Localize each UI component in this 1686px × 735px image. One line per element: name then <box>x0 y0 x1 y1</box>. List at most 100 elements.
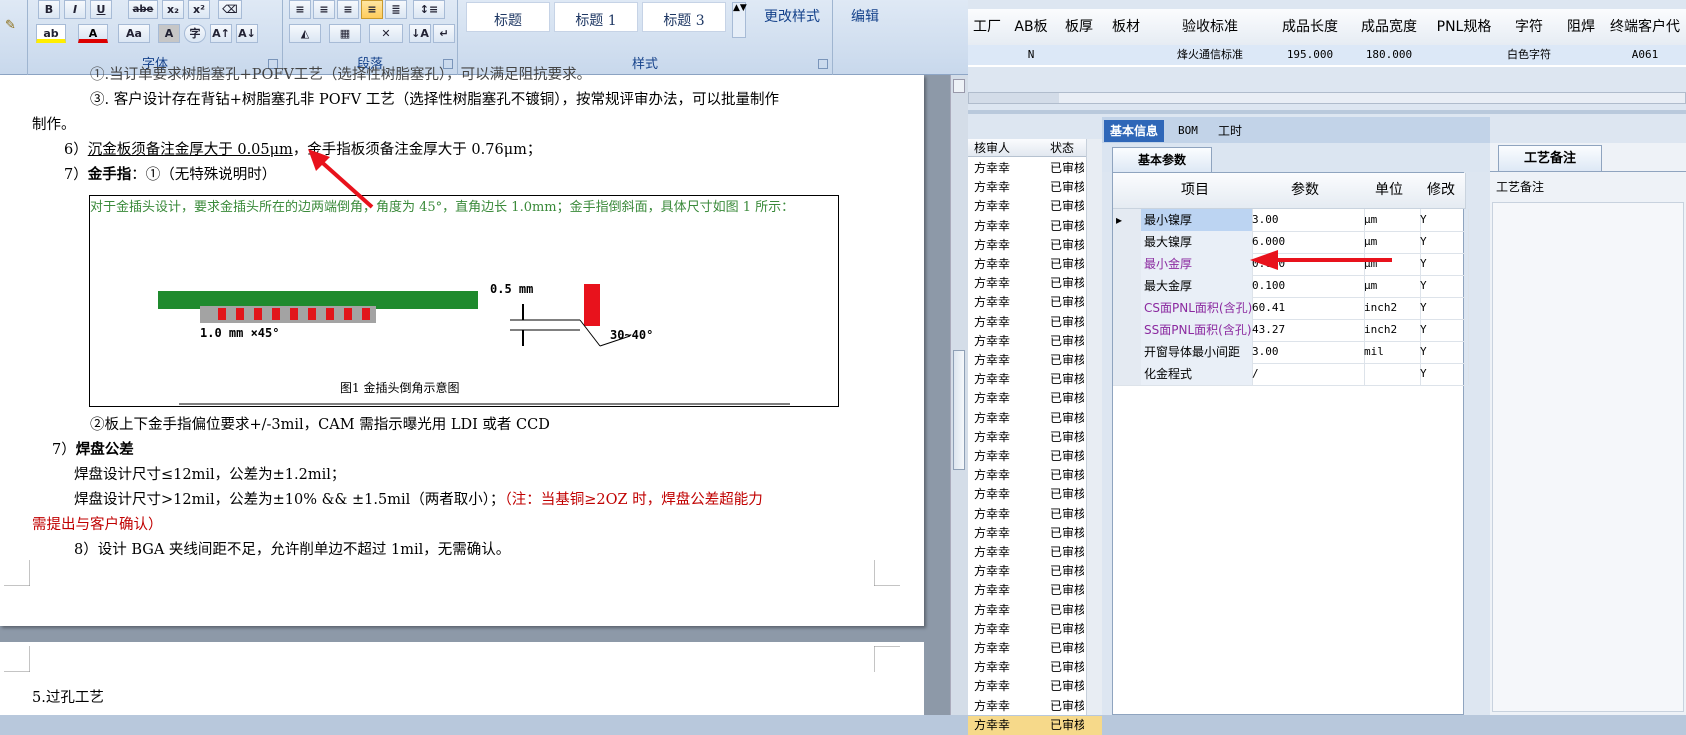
review-row[interactable]: 方幸幸 已审核 <box>968 389 1102 408</box>
superscript-button[interactable]: x² <box>188 0 210 19</box>
clear-format-icon[interactable]: ⌫ <box>218 0 242 19</box>
style-heading-3[interactable]: 标题 3 <box>642 2 726 32</box>
review-row[interactable]: 方幸幸 已审核 <box>968 293 1102 312</box>
col-material[interactable]: 板材 <box>1102 9 1151 45</box>
review-row[interactable]: 方幸幸 已审核 <box>968 370 1102 389</box>
char-shading-button[interactable]: A <box>158 24 180 43</box>
distributed-icon[interactable]: ≣ <box>385 0 407 19</box>
param-row[interactable]: SS面PNL面积(含孔) 43.27 inch2 Y <box>1113 319 1469 342</box>
col-factory[interactable]: 工厂 <box>968 9 1007 45</box>
review-row[interactable]: 方幸幸 已审核 <box>968 255 1102 274</box>
grow-font-button[interactable]: A↑ <box>210 24 232 43</box>
param-row[interactable]: 化金程式 / Y <box>1113 363 1469 386</box>
col-reviewer[interactable]: 核审人 <box>974 139 1010 157</box>
underline-button[interactable]: U <box>90 0 112 19</box>
review-row[interactable]: 方幸幸 已审核 <box>968 313 1102 332</box>
param-row[interactable]: 最大金厚 0.100 μm Y <box>1113 275 1469 298</box>
borders-icon[interactable]: ▦ <box>329 24 361 43</box>
word-vertical-scrollbar[interactable] <box>950 75 968 715</box>
param-row[interactable]: 开窗导体最小间距 3.00 mil Y <box>1113 341 1469 364</box>
col-status[interactable]: 状态 <box>1050 139 1074 157</box>
col-width[interactable]: 成品宽度 <box>1350 9 1429 45</box>
review-row[interactable]: 方幸幸 已审核 <box>968 332 1102 351</box>
change-case-button[interactable]: Aa <box>118 24 150 43</box>
col-pnl[interactable]: PNL规格 <box>1428 9 1501 45</box>
review-row[interactable]: 方幸幸 已审核 <box>968 581 1102 600</box>
asian-layout-icon[interactable]: ✕ <box>369 24 403 43</box>
col-modify[interactable]: 修改 <box>1417 173 1466 209</box>
font-color-button[interactable]: A <box>78 24 108 43</box>
hscroll-thumb[interactable] <box>969 93 1059 103</box>
tab-basic-info[interactable]: 基本信息 <box>1104 120 1165 142</box>
col-thickness[interactable]: 板厚 <box>1056 9 1103 45</box>
tab-process-notes[interactable]: 工艺备注 <box>1498 145 1602 171</box>
review-row[interactable]: 方幸幸 已审核 <box>968 217 1102 236</box>
style-heading-1[interactable]: 标题 1 <box>554 2 638 32</box>
strikethrough-button[interactable]: abe <box>128 0 158 19</box>
param-item: 最小金厚 <box>1141 253 1253 275</box>
align-right-icon[interactable]: ≡ <box>337 0 359 19</box>
review-row[interactable]: 方幸幸 已审核 <box>968 351 1102 370</box>
justify-icon[interactable]: ≡ <box>361 0 383 19</box>
review-row[interactable]: 方幸幸 已审核 <box>968 485 1102 504</box>
line-spacing-icon[interactable]: ↕≡ <box>413 0 445 19</box>
col-unit[interactable]: 单位 <box>1361 173 1418 209</box>
col-soldermask[interactable]: 阻焊 <box>1558 9 1605 45</box>
scroll-up-icon[interactable] <box>953 79 965 93</box>
col-ab-board[interactable]: AB板 <box>1006 9 1057 45</box>
tab-work-hours[interactable]: 工时 <box>1212 120 1248 142</box>
change-styles-button[interactable]: 更改样式 <box>752 6 832 26</box>
col-item[interactable]: 项目 <box>1141 173 1250 209</box>
review-row[interactable]: 方幸幸 已审核 <box>968 697 1102 716</box>
notes-textarea[interactable] <box>1492 202 1684 712</box>
grid-horizontal-scrollbar[interactable] <box>968 92 1686 104</box>
align-center-icon[interactable]: ≡ <box>313 0 335 19</box>
shading-icon[interactable]: ◭ <box>289 24 321 43</box>
subscript-button[interactable]: x₂ <box>162 0 184 19</box>
review-row[interactable]: 方幸幸 已审核 <box>968 715 1102 735</box>
enclose-char-button[interactable]: 字 <box>184 24 206 43</box>
show-marks-icon[interactable]: ↵ <box>433 24 455 43</box>
review-row[interactable]: 方幸幸 已审核 <box>968 658 1102 677</box>
shrink-font-button[interactable]: A↓ <box>236 24 258 43</box>
review-list-scrollbar[interactable] <box>1086 139 1102 715</box>
scroll-thumb[interactable] <box>953 350 965 470</box>
tab-bom[interactable]: BOM <box>1172 120 1204 142</box>
review-row[interactable]: 方幸幸 已审核 <box>968 466 1102 485</box>
review-row[interactable]: 方幸幸 已审核 <box>968 543 1102 562</box>
highlight-button[interactable]: ab <box>36 24 66 43</box>
style-heading[interactable]: 标题 <box>466 2 550 32</box>
col-legend[interactable]: 字符 <box>1500 9 1559 45</box>
align-left-icon[interactable]: ≡ <box>289 0 311 19</box>
sort-icon[interactable]: ↓A <box>409 24 431 43</box>
review-row[interactable]: 方幸幸 已审核 <box>968 274 1102 293</box>
bold-button[interactable]: B <box>38 0 60 19</box>
review-row[interactable]: 方幸幸 已审核 <box>968 639 1102 658</box>
review-row[interactable]: 方幸幸 已审核 <box>968 562 1102 581</box>
format-painter-icon[interactable]: ✎ <box>5 18 21 33</box>
styles-dialog-launcher-icon[interactable] <box>818 59 828 69</box>
col-value[interactable]: 参数 <box>1249 173 1362 209</box>
review-row[interactable]: 方幸幸 已审核 <box>968 197 1102 216</box>
review-row[interactable]: 方幸幸 已审核 <box>968 601 1102 620</box>
review-row[interactable]: 方幸幸 已审核 <box>968 178 1102 197</box>
review-row[interactable]: 方幸幸 已审核 <box>968 620 1102 639</box>
splitter[interactable] <box>968 110 1686 114</box>
col-length[interactable]: 成品长度 <box>1270 9 1351 45</box>
param-row[interactable]: ▸ 最小镍厚 3.00 μm Y <box>1113 209 1469 232</box>
review-row[interactable]: 方幸幸 已审核 <box>968 409 1102 428</box>
review-row[interactable]: 方幸幸 已审核 <box>968 524 1102 543</box>
edit-button[interactable]: 编辑 <box>840 6 890 26</box>
review-row[interactable]: 方幸幸 已审核 <box>968 428 1102 447</box>
review-row[interactable]: 方幸幸 已审核 <box>968 159 1102 178</box>
review-row[interactable]: 方幸幸 已审核 <box>968 236 1102 255</box>
tab-basic-params[interactable]: 基本参数 <box>1112 147 1212 172</box>
review-row[interactable]: 方幸幸 已审核 <box>968 447 1102 466</box>
review-row[interactable]: 方幸幸 已审核 <box>968 677 1102 696</box>
col-end-customer[interactable]: 终端客户代 <box>1604 9 1686 45</box>
col-acceptance[interactable]: 验收标准 <box>1150 9 1271 45</box>
param-row[interactable]: CS面PNL面积(含孔) 60.41 inch2 Y <box>1113 297 1469 320</box>
italic-button[interactable]: I <box>64 0 86 19</box>
styles-scroll-icon[interactable]: ▲▼ <box>732 2 747 38</box>
review-row[interactable]: 方幸幸 已审核 <box>968 505 1102 524</box>
